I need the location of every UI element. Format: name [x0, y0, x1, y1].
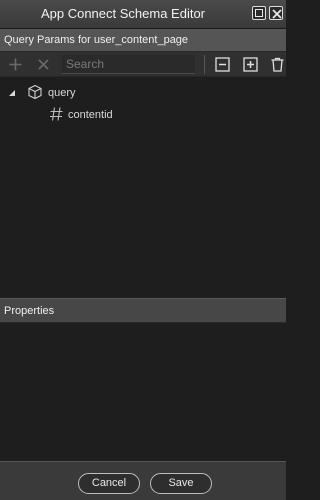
window-title: App Connect Schema Editor [40, 6, 206, 21]
search-input[interactable] [62, 55, 195, 73]
properties-header: Properties [0, 298, 286, 323]
tree-node-label: contentid [68, 109, 113, 121]
cancel-button[interactable]: Cancel [78, 473, 140, 494]
tree-node-query[interactable]: query [0, 84, 286, 102]
search-field [62, 55, 195, 74]
tree-node-label: query [48, 87, 76, 99]
expanded-triangle-icon[interactable] [8, 88, 16, 100]
save-button[interactable]: Save [150, 473, 212, 494]
schema-tree: query contentid [0, 78, 286, 298]
cube-icon [27, 84, 43, 103]
window-titlebar: App Connect Schema Editor [0, 0, 286, 29]
toolbar-divider [204, 55, 205, 74]
properties-title: Properties [4, 305, 55, 317]
tree-node-contentid[interactable]: contentid [0, 106, 286, 124]
trash-icon[interactable] [269, 56, 286, 73]
x-icon[interactable] [35, 56, 52, 73]
maximize-icon[interactable] [252, 6, 266, 20]
properties-panel [0, 323, 286, 461]
dialog-footer: Cancel Save [0, 461, 286, 500]
plus-square-icon[interactable] [242, 56, 259, 73]
panel-header: Query Params for user_content_page [0, 29, 286, 52]
minus-square-icon[interactable] [214, 56, 231, 73]
panel-title: Query Params for user_content_page [4, 34, 189, 46]
hash-icon [49, 106, 64, 125]
close-icon[interactable] [269, 6, 283, 20]
toolbar [0, 52, 286, 77]
plus-icon[interactable] [7, 56, 24, 73]
